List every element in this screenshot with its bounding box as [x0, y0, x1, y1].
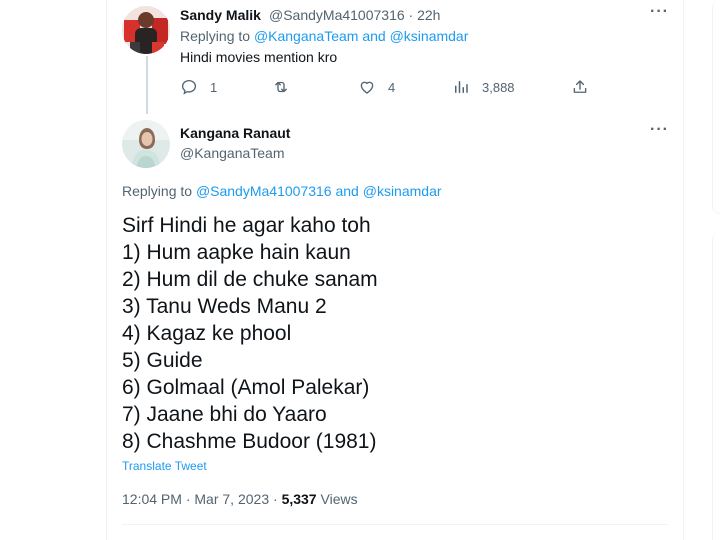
avatar-kangana-ranaut[interactable] [122, 120, 170, 168]
replying-handle-1[interactable]: @KanganaTeam [254, 28, 359, 44]
retweet-button[interactable] [272, 78, 302, 96]
views-count: 5,337 [281, 491, 317, 507]
replying-handle-2[interactable]: @ksinamdar [390, 28, 469, 44]
share-button[interactable] [571, 78, 589, 96]
views-label: Views [320, 491, 358, 507]
share-icon [573, 80, 587, 93]
replying-handle-1[interactable]: @SandyMa41007316 [196, 183, 332, 199]
like-icon [360, 81, 374, 94]
divider [122, 524, 668, 525]
tweet-line: 3) Tanu Weds Manu 2 [122, 295, 327, 318]
more-icon[interactable]: ··· [650, 121, 669, 139]
replying-prefix: Replying to [180, 28, 251, 44]
reply-replying-to: Replying to @KanganaTeam and @ksinamdar [180, 28, 468, 44]
tweet-line: Sirf Hindi he agar kaho toh [122, 214, 371, 237]
views-button[interactable]: 3,888 [452, 78, 515, 96]
tweet-line: 2) Hum dil de chuke sanam [122, 268, 378, 291]
reply-author-handle[interactable]: @SandyMa41007316 [269, 7, 405, 23]
meta-separator: · [408, 7, 414, 23]
reply-button[interactable]: 1 [180, 78, 217, 96]
views-icon [455, 81, 468, 93]
replying-handle-2[interactable]: @ksinamdar [363, 183, 442, 199]
reply-time-ago[interactable]: 22h [417, 7, 440, 23]
avatar-sandy-malik[interactable] [122, 6, 170, 54]
replying-and: and [335, 183, 359, 199]
tweet-line: 8) Chashme Budoor (1981) [122, 430, 377, 453]
tweet-date[interactable]: Mar 7, 2023 [194, 491, 269, 507]
main-tweet-text: Sirf Hindi he agar kaho toh 1) Hum aapke… [122, 212, 662, 455]
like-button[interactable]: 4 [358, 78, 395, 96]
reply-author-meta: @SandyMa41007316 · 22h [269, 7, 440, 23]
thread-connector-line [146, 56, 148, 114]
reply-author-name[interactable]: Sandy Malik [180, 7, 261, 23]
translate-tweet-link[interactable]: Translate Tweet [122, 459, 207, 473]
reply-count: 1 [210, 79, 218, 95]
tweet-timestamp: 12:04 PM · Mar 7, 2023 · 5,337 Views [122, 491, 358, 507]
tweet-line: 5) Guide [122, 349, 203, 372]
reply-action-bar: 1 4 3,888 [180, 78, 600, 98]
reply-tweet-text: Hindi movies mention kro [180, 49, 338, 65]
tweet-line: 1) Hum aapke hain kaun [122, 241, 351, 264]
view-count: 3,888 [482, 79, 515, 95]
scroll-edge [712, 0, 720, 540]
retweet-icon [275, 81, 287, 93]
main-author-name[interactable]: Kangana Ranaut [180, 125, 290, 141]
tweet-line: 7) Jaane bhi do Yaaro [122, 403, 327, 426]
reply-icon [181, 79, 197, 95]
replying-prefix: Replying to [122, 183, 193, 199]
date-separator: · [185, 491, 191, 507]
main-author-handle[interactable]: @KanganaTeam [180, 145, 285, 161]
main-replying-to: Replying to @SandyMa41007316 and @ksinam… [122, 183, 442, 199]
like-count: 4 [388, 79, 396, 95]
tweet-line: 4) Kagaz ke phool [122, 322, 292, 345]
views-separator: · [273, 491, 278, 507]
tweet-time[interactable]: 12:04 PM [122, 491, 182, 507]
more-icon[interactable]: ··· [650, 3, 669, 21]
replying-and: and [362, 28, 386, 44]
tweet-line: 6) Golmaal (Amol Palekar) [122, 376, 370, 399]
